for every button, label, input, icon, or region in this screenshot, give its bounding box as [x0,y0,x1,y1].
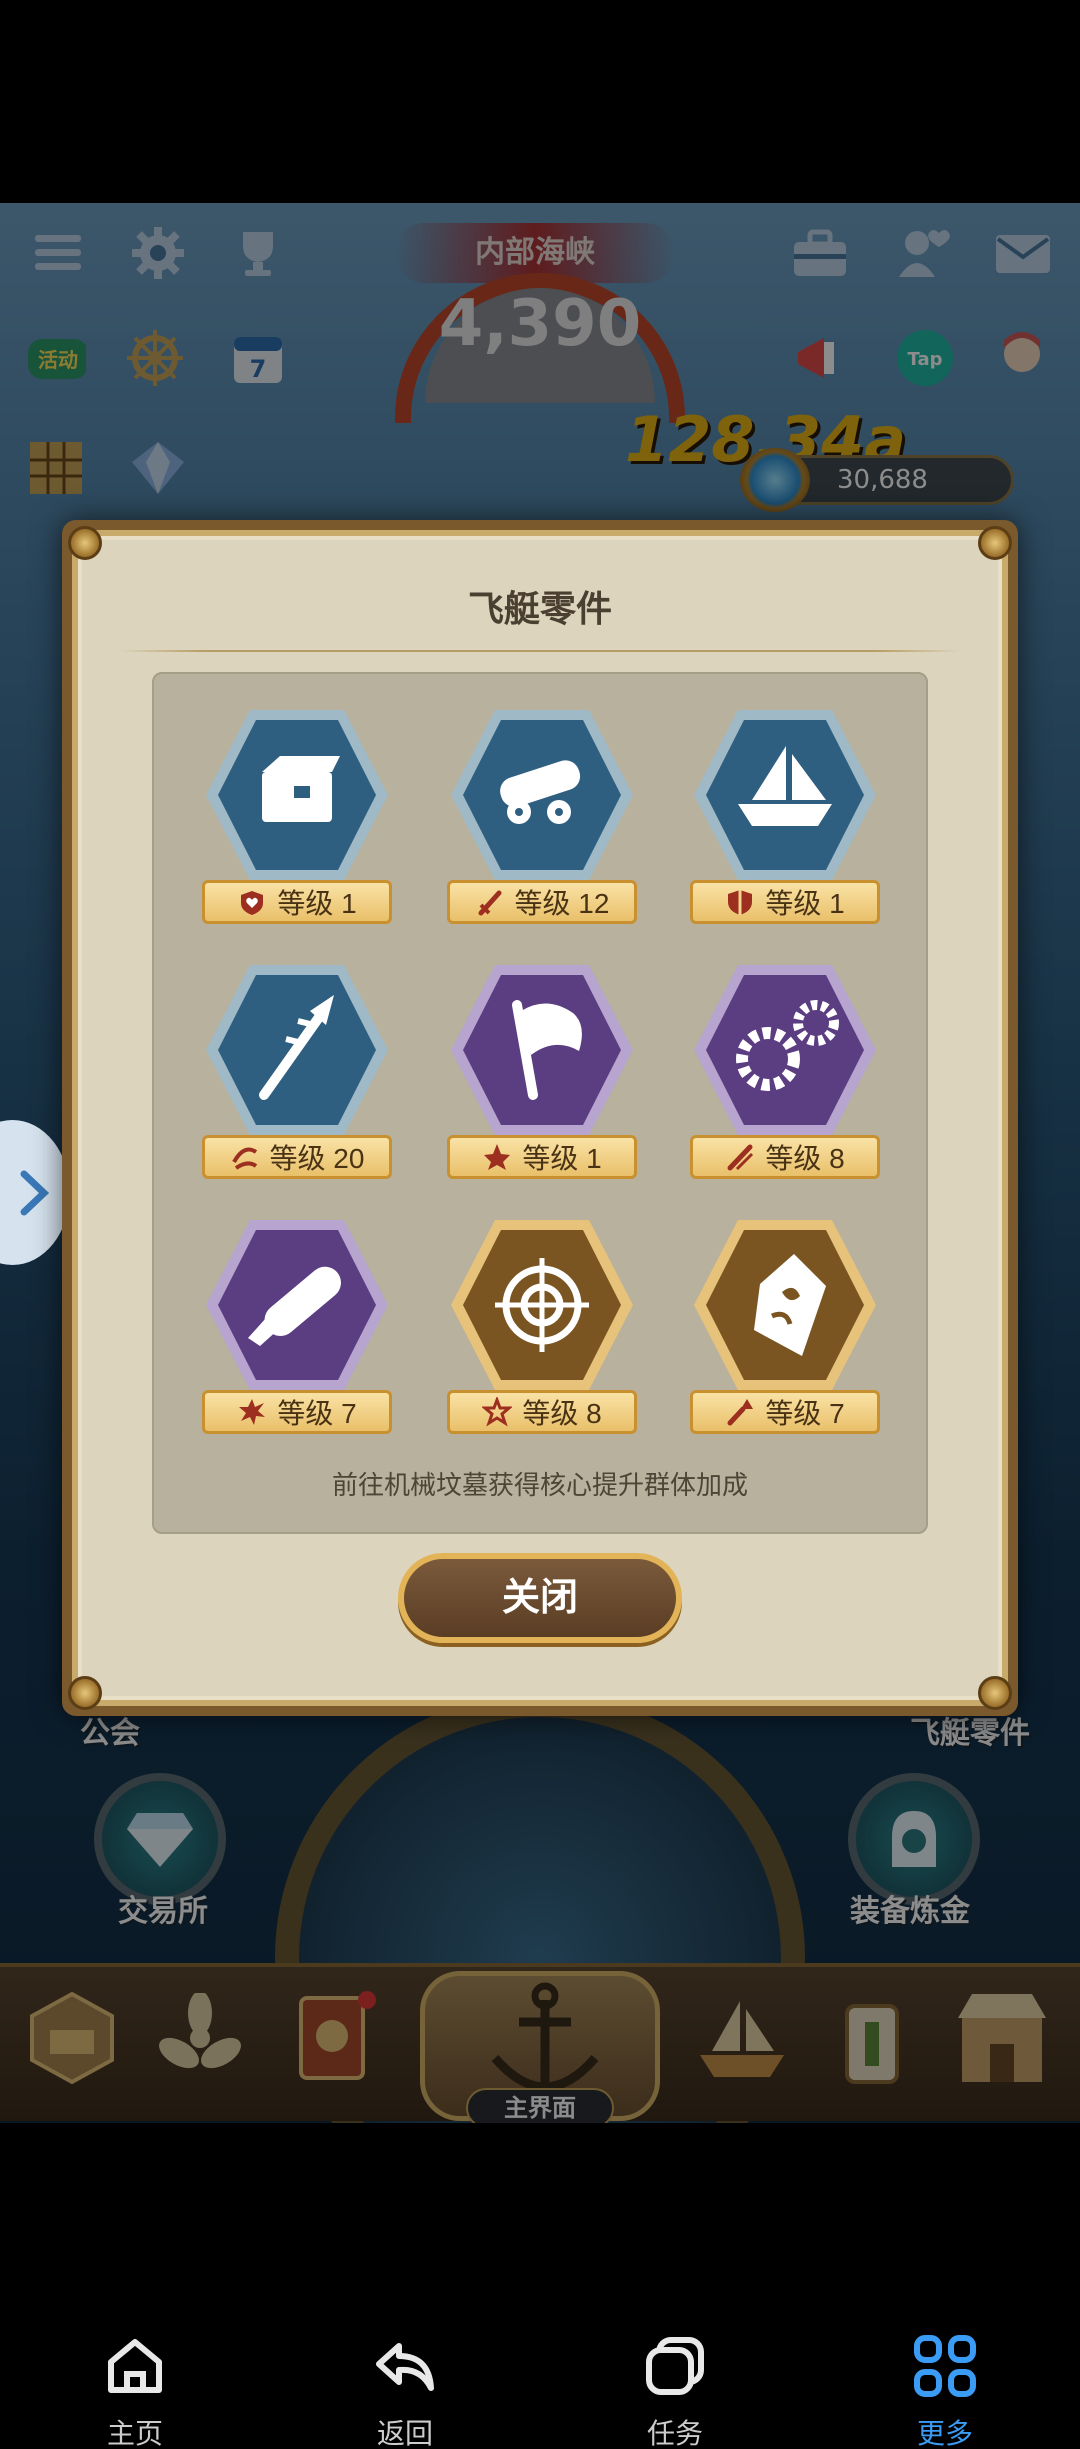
part-flag-level-badge: 等级 1 [447,1135,637,1179]
part-torpedo-level-badge: 等级 7 [202,1390,392,1434]
part-core[interactable] [690,1210,880,1400]
double-sword-icon [725,1142,755,1172]
screen: 活动 7 Tap 内部海峡 4,390 128,34a 30,688 公会 飞艇… [0,0,1080,2449]
home-icon [108,2339,162,2393]
star-burst-icon [482,1397,513,1427]
crate-icon [206,710,388,880]
level-text: 等级 12 [514,888,610,919]
target-icon [451,1220,633,1390]
part-target-level-badge: 等级 8 [447,1390,637,1434]
torpedo-icon [206,1220,388,1390]
corner-rivet [68,526,102,560]
dialog-title: 飞艇零件 [467,589,612,630]
hint-text: 前往机械坟墓获得核心提升群体加成 [331,1471,748,1501]
level-text: 等级 7 [277,1398,357,1429]
heart-shield-icon [237,887,267,917]
part-cannon-level-badge: 等级 12 [447,880,637,924]
part-torpedo[interactable] [202,1210,392,1400]
part-cargo-level-badge: 等级 1 [202,880,392,924]
nav-tasks-label: 任务 [646,2417,703,2449]
ship-icon [694,710,876,880]
level-text: 等级 1 [277,888,357,919]
level-text: 等级 1 [765,888,845,919]
level-text: 等级 8 [765,1143,845,1174]
burst-icon [237,1397,267,1427]
harpoon-icon [206,965,388,1135]
tasks-icon [646,2337,704,2395]
chevron-right-icon [20,1170,50,1215]
level-text: 等级 7 [765,1398,845,1429]
nav-more-label: 更多 [916,2417,973,2449]
part-ship[interactable] [690,700,880,890]
part-harpoon[interactable] [202,955,392,1145]
corner-rivet [978,526,1012,560]
attack-up-icon [725,1397,755,1427]
corner-rivet [978,1676,1012,1710]
part-flag[interactable] [447,955,637,1145]
level-text: 等级 1 [522,1143,602,1174]
shield-icon [725,887,755,917]
nav-home[interactable]: 主页 [55,2326,215,2449]
nav-back[interactable]: 返回 [325,2326,485,2449]
nav-home-label: 主页 [106,2417,163,2449]
dodge-icon [230,1142,260,1172]
back-icon [376,2343,434,2391]
part-gears-level-badge: 等级 8 [690,1135,880,1179]
part-gears[interactable] [690,955,880,1145]
flag-icon [451,965,633,1135]
sword-icon [475,887,505,917]
part-harpoon-level-badge: 等级 20 [202,1135,392,1179]
nav-more[interactable]: 更多 [865,2326,1025,2449]
part-target[interactable] [447,1210,637,1400]
part-cannon[interactable] [447,700,637,890]
core-crystal-icon [694,1220,876,1390]
title-divider [120,650,960,652]
nav-tasks[interactable]: 任务 [595,2326,755,2449]
gears-icon [694,965,876,1135]
crit-icon [482,1142,512,1172]
part-core-level-badge: 等级 7 [690,1390,880,1434]
part-ship-level-badge: 等级 1 [690,880,880,924]
part-cargo[interactable] [202,700,392,890]
level-text: 等级 8 [522,1398,602,1429]
more-grid-icon [914,2335,976,2397]
close-button[interactable]: 关闭 [398,1553,682,1643]
level-text: 等级 20 [269,1143,365,1174]
cannon-icon [451,710,633,880]
nav-back-label: 返回 [376,2417,433,2449]
corner-rivet [68,1676,102,1710]
